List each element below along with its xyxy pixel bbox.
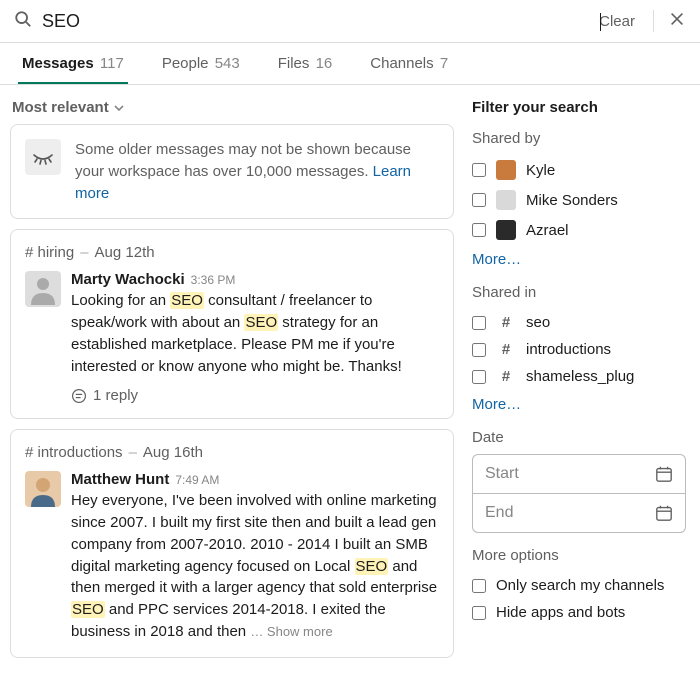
checkbox[interactable] [472,370,486,384]
opt-hide-bots[interactable]: Hide apps and bots [472,599,686,626]
chevron-down-icon [113,102,125,114]
avatar [25,271,61,307]
filter-panel: Filter your search Shared by Kyle Mike S… [464,85,700,678]
hash-icon: # [496,368,516,385]
divider [653,10,654,32]
date-start[interactable]: Start [473,455,685,493]
message-result[interactable]: # introductions–Aug 16th Matthew Hunt 7:4… [10,429,454,657]
channel-name[interactable]: # hiring [25,244,74,261]
channel-name[interactable]: # introductions [25,444,123,461]
notice-card: Some older messages may not be shown bec… [10,124,454,219]
shared-in-label: Shared in [472,284,686,301]
hash-icon: # [496,341,516,358]
tab-channels[interactable]: Channels 7 [366,43,452,84]
message-date: Aug 12th [95,244,155,261]
message-time: 3:36 PM [191,273,236,287]
message-meta: # introductions–Aug 16th [25,444,439,461]
checkbox[interactable] [472,163,486,177]
notice-text: Some older messages may not be shown bec… [75,139,439,204]
opt-my-channels[interactable]: Only search my channels [472,572,686,599]
show-more[interactable]: … Show more [250,624,332,639]
date-label: Date [472,429,686,446]
date-range: Start End [472,454,686,533]
avatar [496,160,516,180]
checkbox[interactable] [472,343,486,357]
tab-people[interactable]: People 543 [158,43,244,84]
shared-by-label: Shared by [472,130,686,147]
close-icon[interactable] [668,10,686,32]
filter-title: Filter your search [472,99,686,116]
filter-channel[interactable]: #seo [472,309,686,336]
avatar [25,471,61,507]
author-name[interactable]: Marty Wachocki [71,271,185,288]
checkbox[interactable] [472,579,486,593]
more-people[interactable]: More… [472,245,686,270]
tab-files[interactable]: Files 16 [274,43,337,84]
filter-person[interactable]: Azrael [472,215,686,245]
more-channels[interactable]: More… [472,390,686,415]
reply-count[interactable]: 1 reply [71,387,439,404]
clear-button[interactable]: Clear [599,13,635,30]
calendar-icon [655,504,673,522]
search-bar: Clear [0,0,700,43]
search-icon [14,10,32,32]
date-end[interactable]: End [473,493,685,532]
calendar-icon [655,465,673,483]
checkbox[interactable] [472,193,486,207]
message-date: Aug 16th [143,444,203,461]
message-text: Looking for an SEO consultant / freelanc… [71,290,439,377]
message-text: Hey everyone, I've been involved with on… [71,490,439,642]
message-time: 7:49 AM [175,473,219,487]
filter-channel[interactable]: #shameless_plug [472,363,686,390]
hash-icon: # [496,314,516,331]
message-result[interactable]: # hiring–Aug 12th Marty Wachocki3:36 PM … [10,229,454,419]
filter-person[interactable]: Kyle [472,155,686,185]
tab-messages[interactable]: Messages 117 [18,43,128,84]
eyes-closed-icon [25,139,61,175]
filter-person[interactable]: Mike Sonders [472,185,686,215]
reply-icon [71,388,87,404]
checkbox[interactable] [472,223,486,237]
checkbox[interactable] [472,316,486,330]
checkbox[interactable] [472,606,486,620]
tabs: Messages 117 People 543 Files 16 Channel… [0,43,700,85]
filter-channel[interactable]: #introductions [472,336,686,363]
sort-dropdown[interactable]: Most relevant [10,95,127,124]
search-input[interactable] [42,11,274,32]
message-meta: # hiring–Aug 12th [25,244,439,261]
avatar [496,190,516,210]
author-name[interactable]: Matthew Hunt [71,471,169,488]
more-options-label: More options [472,547,686,564]
avatar [496,220,516,240]
